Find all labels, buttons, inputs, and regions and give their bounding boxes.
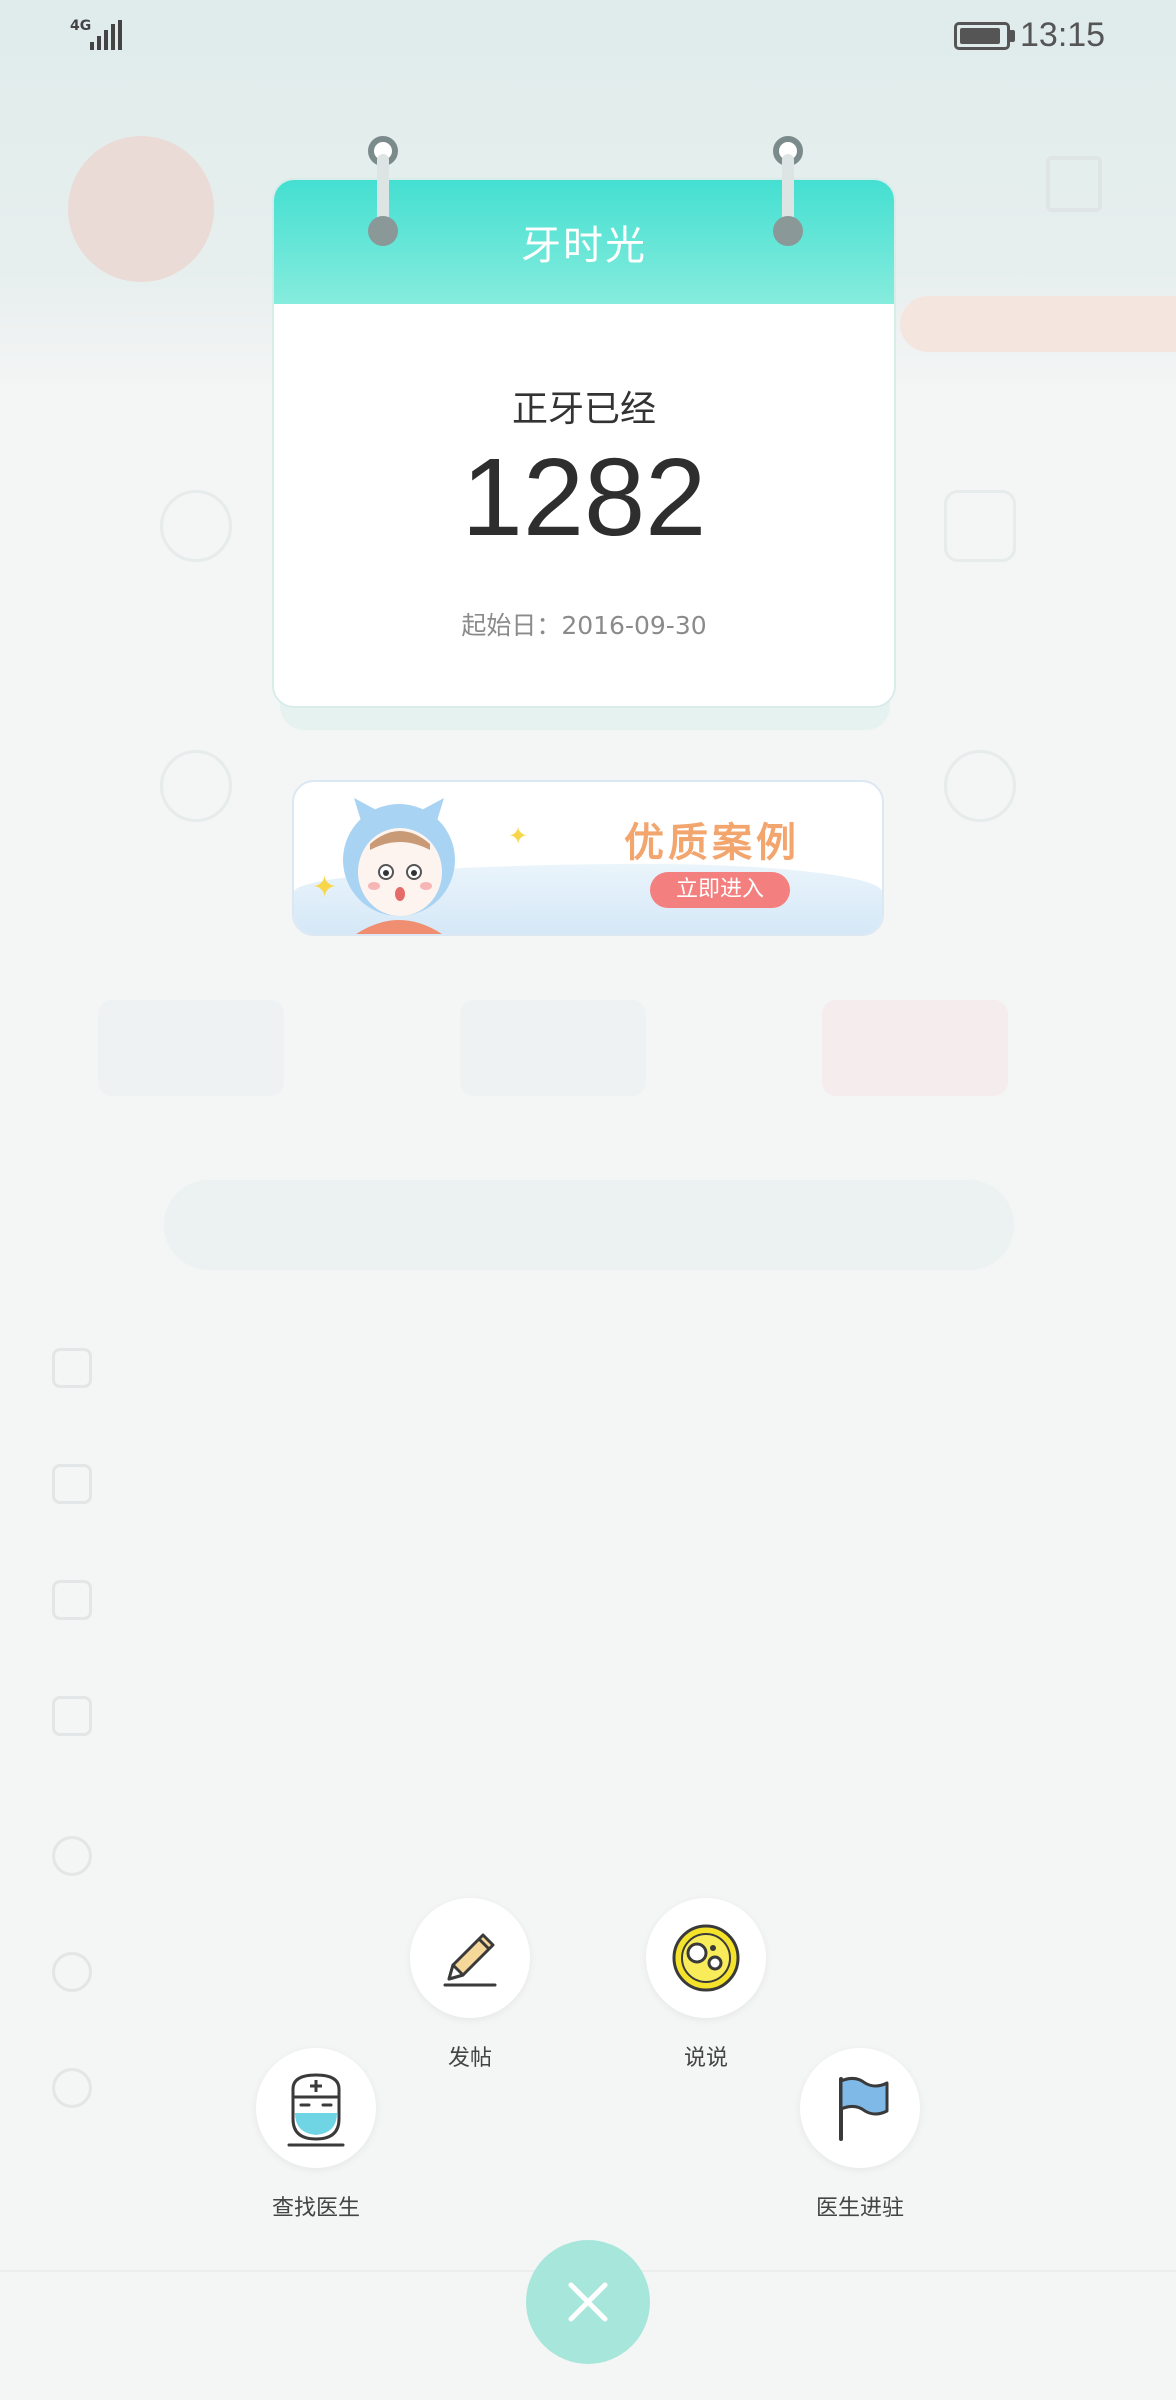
shuoshuo-button[interactable]	[646, 1898, 766, 2018]
find-doctor-button[interactable]	[256, 2048, 376, 2168]
calendar-ring-icon	[773, 136, 803, 246]
bg-pill	[900, 296, 1176, 352]
sparkle-icon: ✦	[508, 822, 529, 850]
enter-now-button[interactable]: 立即进入	[650, 872, 790, 908]
promo-title: 优质案例	[624, 820, 800, 866]
doctor-join-action[interactable]: 医生进驻	[770, 2048, 950, 2222]
bg-menu-row	[52, 1338, 130, 1398]
clock: 13:15	[1020, 16, 1106, 54]
bg-menu-row	[52, 1570, 130, 1630]
bg-menu-row	[52, 2058, 130, 2118]
sparkle-icon: ✦	[312, 870, 338, 905]
bg-chip	[822, 1000, 1008, 1096]
battery-tip	[1010, 30, 1015, 42]
close-button[interactable]	[526, 2240, 650, 2364]
calendar-title: 牙时光	[521, 223, 647, 269]
bubble-face-icon	[672, 1924, 740, 1992]
calendar-subtitle: 正牙已经	[511, 389, 656, 430]
battery-icon	[954, 22, 1010, 50]
calendar-start-date: 起始日：2016-09-30	[461, 611, 707, 640]
doctor-join-label: 医生进驻	[815, 2196, 904, 2221]
bg-menu-row	[52, 1826, 130, 1886]
bg-menu-row	[52, 1454, 130, 1514]
shuoshuo-label: 说说	[683, 2046, 728, 2071]
bg-grid-item	[900, 750, 1060, 836]
calendar-card[interactable]: 牙时光 正牙已经 1282 起始日：2016-09-30	[272, 178, 896, 708]
doctor-icon	[287, 2073, 345, 2147]
bg-grid-item	[116, 490, 276, 576]
cat-mascot-icon	[343, 798, 455, 934]
bg-grid-item	[900, 490, 1060, 576]
calendar-ring-icon	[368, 136, 398, 246]
pencil-icon	[443, 1933, 497, 1987]
bg-chip	[460, 1000, 646, 1096]
bg-qr-icon	[1046, 156, 1102, 212]
close-icon	[568, 2282, 608, 2322]
bg-menu-row	[52, 1686, 130, 1746]
signal-icon	[90, 20, 122, 50]
doctor-join-button[interactable]	[800, 2048, 920, 2168]
bg-avatar	[68, 136, 214, 282]
calendar-days-count: 1282	[461, 436, 707, 559]
status-bar: 4G 13:15	[0, 0, 1176, 72]
bg-grid-item	[116, 750, 276, 836]
find-doctor-label: 查找医生	[271, 2196, 360, 2221]
shuoshuo-action[interactable]: 说说	[636, 1898, 776, 2072]
bg-chip	[98, 1000, 284, 1096]
post-action[interactable]: 发帖	[400, 1898, 540, 2072]
flag-icon	[839, 2076, 889, 2141]
post-label: 发帖	[447, 2046, 492, 2071]
find-doctor-action[interactable]: 查找医生	[226, 2048, 406, 2222]
quality-cases-banner[interactable]: ✦ ✦ 优质案例 立即进入	[292, 780, 884, 936]
bg-banner	[164, 1180, 1014, 1270]
post-button[interactable]	[410, 1898, 530, 2018]
bg-menu-row	[52, 1942, 130, 2002]
